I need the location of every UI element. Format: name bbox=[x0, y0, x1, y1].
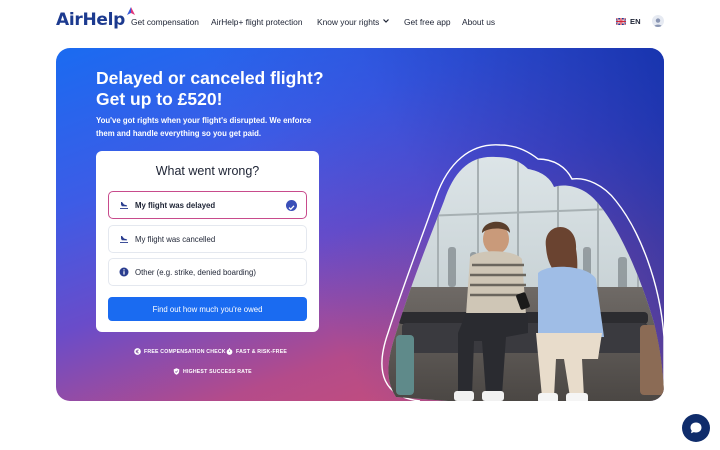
option-label: My flight was delayed bbox=[135, 200, 216, 210]
plane-landing-icon bbox=[120, 202, 128, 209]
chat-button[interactable] bbox=[682, 414, 710, 442]
checkmark-icon bbox=[286, 200, 297, 211]
stopwatch-icon bbox=[226, 348, 233, 355]
nav-airhelp-plus[interactable]: AirHelp+ flight protection bbox=[211, 16, 302, 28]
badge-label: FREE COMPENSATION CHECK bbox=[144, 348, 226, 355]
option-flight-cancelled[interactable]: My flight was cancelled bbox=[108, 225, 307, 253]
chat-bubble-icon bbox=[690, 422, 702, 434]
hero-subtitle: You've got rights when your flight's dis… bbox=[96, 116, 312, 138]
uk-flag-icon bbox=[616, 18, 626, 25]
option-label: Other (e.g. strike, denied boarding) bbox=[135, 267, 256, 277]
hero-title-line2: Get up to £520! bbox=[96, 89, 223, 109]
main-nav: Get compensation AirHelp+ flight protect… bbox=[0, 16, 720, 30]
claim-form-card: What went wrong? My flight was delayed M… bbox=[96, 151, 319, 332]
badge-highest-success: HIGHEST SUCCESS RATE bbox=[173, 368, 252, 375]
nav-about-us[interactable]: About us bbox=[462, 16, 495, 28]
shield-check-icon bbox=[173, 368, 180, 375]
chevron-down-icon[interactable] bbox=[382, 17, 390, 25]
hero-title-line1: Delayed or canceled flight? bbox=[96, 68, 324, 88]
euro-icon bbox=[134, 348, 141, 355]
language-selector[interactable]: EN bbox=[616, 17, 641, 26]
find-out-button[interactable]: Find out how much you're owed bbox=[108, 297, 307, 321]
badge-fast-risk-free: FAST & RISK-FREE bbox=[226, 348, 287, 355]
user-avatar-icon[interactable] bbox=[652, 15, 664, 27]
option-flight-delayed[interactable]: My flight was delayed bbox=[108, 191, 307, 219]
nav-get-compensation[interactable]: Get compensation bbox=[131, 16, 199, 28]
nav-know-your-rights[interactable]: Know your rights bbox=[317, 16, 379, 28]
option-other[interactable]: Other (e.g. strike, denied boarding) bbox=[108, 258, 307, 286]
badge-label: FAST & RISK-FREE bbox=[236, 348, 288, 355]
nav-get-free-app[interactable]: Get free app bbox=[404, 16, 451, 28]
travelers-photo bbox=[381, 144, 664, 401]
plane-landing-icon bbox=[120, 236, 128, 243]
badge-free-check: FREE COMPENSATION CHECK bbox=[134, 348, 226, 355]
info-icon bbox=[119, 267, 129, 277]
site-header: AirHelp Get compensation AirHelp+ flight… bbox=[0, 0, 720, 44]
hero-title: Delayed or canceled flight? Get up to £5… bbox=[96, 68, 356, 110]
option-label: My flight was cancelled bbox=[135, 234, 216, 244]
language-label: EN bbox=[630, 17, 641, 26]
form-title: What went wrong? bbox=[155, 164, 260, 178]
badge-label: HIGHEST SUCCESS RATE bbox=[183, 368, 252, 375]
hero-section: Delayed or canceled flight? Get up to £5… bbox=[56, 48, 664, 401]
